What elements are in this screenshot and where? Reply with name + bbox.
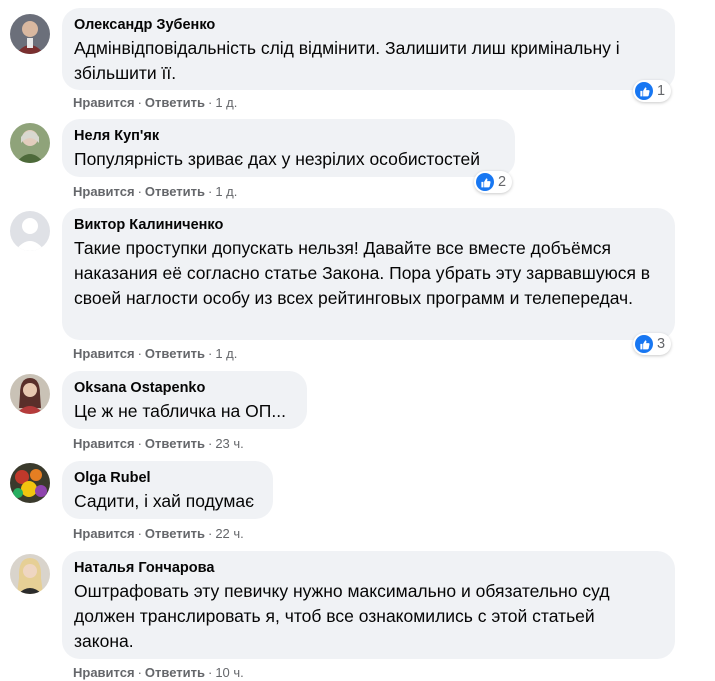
reply-button[interactable]: Ответить [145,95,205,110]
like-button[interactable]: Нравится [73,346,135,361]
comment-time[interactable]: 23 ч. [215,436,243,451]
comment-text: Популярність зриває дах у незрілих особи… [74,149,481,169]
reply-button[interactable]: Ответить [145,665,205,680]
separator: · [137,184,142,199]
reaction-summary[interactable]: 1 [633,80,672,102]
avatar[interactable] [10,123,50,163]
comment-actions: Нравится · Ответить · 23 ч. [73,436,244,452]
avatar[interactable] [10,211,50,251]
like-button[interactable]: Нравится [73,526,135,541]
reply-button[interactable]: Ответить [145,346,205,361]
comment-time[interactable]: 1 д. [215,184,237,199]
comment-text: Це ж не табличка на ОП... [74,401,286,421]
comment-bubble: Olga Rubel Садити, і хай подумає [62,461,273,519]
comment-actions: Нравится · Ответить · 1 д. [73,95,237,111]
reaction-count: 2 [498,174,507,190]
comment-author[interactable]: Олександр Зубенко [74,16,661,35]
comment-bubble: Наталья Гончарова Оштрафовать эту певичк… [62,551,675,659]
comment-author[interactable]: Olga Rubel [74,469,259,488]
reaction-summary[interactable]: 2 [474,171,513,193]
comment-time[interactable]: 10 ч. [215,665,243,680]
comment-author[interactable]: Наталья Гончарова [74,559,661,578]
separator: · [207,95,213,110]
avatar[interactable] [10,374,50,414]
separator: · [137,95,142,110]
separator: · [207,526,213,541]
reply-button[interactable]: Ответить [145,184,205,199]
comment-text: Садити, і хай подумає [74,491,255,511]
comment-time[interactable]: 22 ч. [215,526,243,541]
comment-bubble: Олександр Зубенко Адмінвідповідальність … [62,8,675,90]
like-button[interactable]: Нравится [73,436,135,451]
comment-text: Оштрафовать эту певичку нужно максимальн… [74,581,610,651]
reaction-summary[interactable]: 3 [633,333,672,355]
separator: · [207,436,213,451]
reply-button[interactable]: Ответить [145,436,205,451]
like-button[interactable]: Нравится [73,665,135,680]
comment-actions: Нравится · Ответить · 1 д. [73,184,237,200]
like-icon [635,82,653,100]
avatar[interactable] [10,463,50,503]
separator: · [207,184,213,199]
comment-actions: Нравится · Ответить · 1 д. [73,346,237,362]
like-icon [476,173,494,191]
comment-author[interactable]: Виктор Калиниченко [74,216,661,235]
avatar[interactable] [10,554,50,594]
comment-author[interactable]: Неля Куп'як [74,127,501,146]
comment-time[interactable]: 1 д. [215,346,237,361]
comment-text: Такие проступки допускать нельзя! Давайт… [74,238,651,308]
comment-bubble: Неля Куп'як Популярність зриває дах у не… [62,119,515,177]
like-button[interactable]: Нравится [73,95,135,110]
comment-actions: Нравится · Ответить · 10 ч. [73,665,244,681]
reaction-count: 1 [657,83,666,99]
comment-bubble: Виктор Калиниченко Такие проступки допус… [62,208,675,340]
separator: · [137,436,142,451]
like-icon [635,335,653,353]
separator: · [137,526,142,541]
comment-time[interactable]: 1 д. [215,95,237,110]
avatar[interactable] [10,14,50,54]
comment-bubble: Oksana Ostapenko Це ж не табличка на ОП.… [62,371,307,429]
separator: · [137,346,142,361]
comment-actions: Нравится · Ответить · 22 ч. [73,526,244,542]
separator: · [207,665,213,680]
like-button[interactable]: Нравится [73,184,135,199]
comment-author[interactable]: Oksana Ostapenko [74,379,293,398]
reply-button[interactable]: Ответить [145,526,205,541]
reaction-count: 3 [657,336,666,352]
separator: · [137,665,142,680]
comment-text: Адмінвідповідальність слід відмінити. За… [74,38,620,83]
separator: · [207,346,213,361]
